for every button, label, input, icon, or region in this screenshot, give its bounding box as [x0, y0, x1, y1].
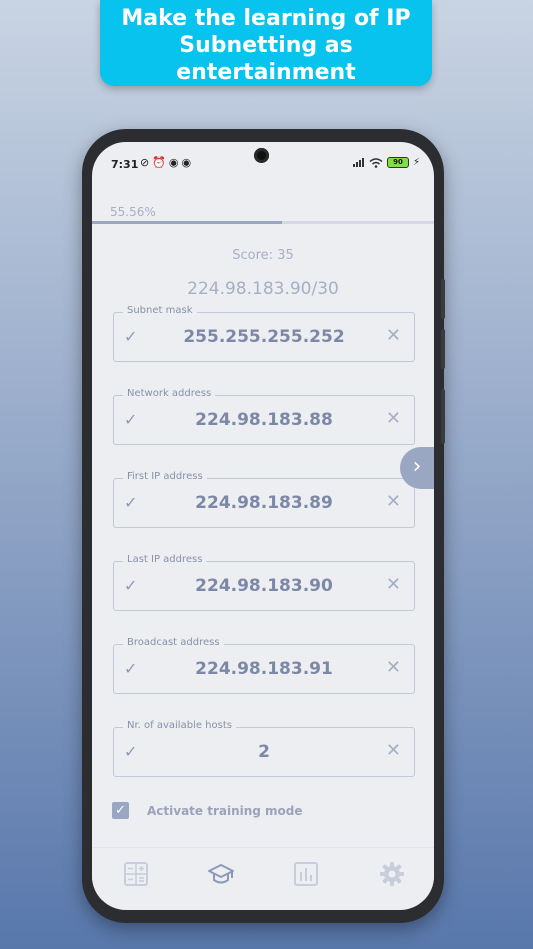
ip-address-question: 224.98.183.90/30: [187, 279, 339, 299]
signal-icon: [352, 158, 364, 167]
network-address-field[interactable]: Network address ✓ 224.98.183.88 ✕: [113, 388, 415, 445]
field-value: 255.255.255.252: [183, 327, 345, 347]
wifi-icon: [369, 157, 383, 168]
close-icon[interactable]: ✕: [386, 740, 401, 761]
nav-training[interactable]: [207, 860, 235, 888]
charging-icon: ⚡: [412, 157, 420, 168]
graduation-cap-icon: [208, 864, 234, 884]
field-value: 224.98.183.89: [195, 493, 333, 513]
volume-button: [441, 329, 445, 369]
calculator-icon: [124, 862, 148, 886]
nav-statistics[interactable]: [292, 860, 320, 888]
first-ip-field[interactable]: First IP address ✓ 224.98.183.89 ✕: [113, 471, 415, 528]
gear-icon: [380, 862, 404, 886]
power-button: [441, 389, 445, 444]
field-value: 2: [258, 742, 270, 762]
progress-bar-fill: [92, 221, 282, 224]
field-label: Network address: [123, 388, 216, 399]
volume-button: [441, 279, 445, 319]
close-icon[interactable]: ✕: [386, 408, 401, 429]
close-icon[interactable]: ✕: [386, 491, 401, 512]
field-label: Nr. of available hosts: [123, 720, 236, 731]
banner-line-2: Subnetting as: [179, 33, 353, 58]
field-value: 224.98.183.88: [195, 410, 333, 430]
chevron-right-icon: ›: [412, 454, 422, 479]
close-icon[interactable]: ✕: [386, 325, 401, 346]
training-mode-row[interactable]: ✓ Activate training mode: [112, 802, 303, 819]
field-label: Subnet mask: [123, 305, 197, 316]
broadcast-address-field[interactable]: Broadcast address ✓ 224.98.183.91 ✕: [113, 637, 415, 694]
close-icon[interactable]: ✕: [386, 657, 401, 678]
notification-off-icon: ⊘: [140, 156, 150, 169]
app-notification-icon: ◉: [168, 156, 179, 169]
field-label: Broadcast address: [123, 637, 224, 648]
next-question-button[interactable]: ›: [400, 447, 434, 489]
phone-frame: 7:31 ⊘ ⏰ ◉ ◉ 90 ⚡ 55.56% Score: 35 224.9…: [82, 129, 445, 923]
score-label: Score: 35: [232, 248, 294, 263]
status-bar: 7:31 ⊘ ⏰ ◉ ◉ 90 ⚡: [92, 142, 434, 182]
training-mode-label: Activate training mode: [147, 803, 303, 818]
bottom-navigation: [92, 847, 434, 900]
field-value: 224.98.183.91: [195, 659, 333, 679]
bar-chart-icon: [294, 862, 318, 886]
alarm-icon: ⏰: [152, 156, 166, 169]
progress-bar: [92, 221, 434, 224]
promo-banner: Make the learning of IP Subnetting as en…: [100, 0, 432, 86]
status-time: 7:31: [111, 158, 139, 171]
field-value: 224.98.183.90: [195, 576, 333, 596]
field-label: Last IP address: [123, 554, 207, 565]
available-hosts-field[interactable]: Nr. of available hosts ✓ 2 ✕: [113, 720, 415, 777]
banner-line-1: Make the learning of IP: [121, 6, 411, 31]
nav-settings[interactable]: [378, 860, 406, 888]
close-icon[interactable]: ✕: [386, 574, 401, 595]
app-screen: 7:31 ⊘ ⏰ ◉ ◉ 90 ⚡ 55.56% Score: 35 224.9…: [92, 142, 434, 910]
last-ip-field[interactable]: Last IP address ✓ 224.98.183.90 ✕: [113, 554, 415, 611]
battery-icon: 90: [386, 157, 409, 168]
training-mode-checkbox[interactable]: ✓: [112, 802, 129, 819]
app-notification-icon: ◉: [181, 156, 192, 169]
field-label: First IP address: [123, 471, 207, 482]
subnet-mask-field[interactable]: Subnet mask ✓ 255.255.255.252 ✕: [113, 305, 415, 362]
banner-line-3: entertainment: [176, 60, 356, 85]
nav-calculator[interactable]: [122, 860, 150, 888]
progress-percent: 55.56%: [110, 205, 156, 219]
